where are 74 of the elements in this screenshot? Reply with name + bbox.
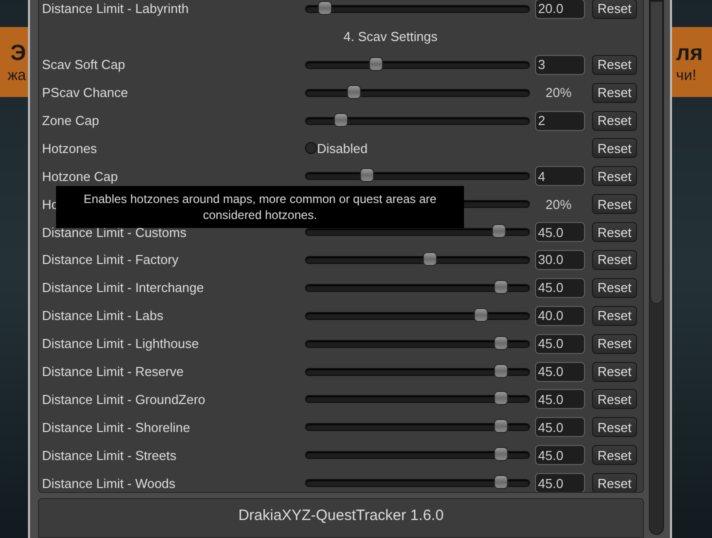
slider-thumb[interactable] xyxy=(360,168,374,182)
tooltip: Enables hotzones around maps, more common or quest areas are considered hotzones. xyxy=(56,186,464,228)
section-heading: 4. Scav Settings xyxy=(342,29,438,44)
reset-button[interactable]: Reset xyxy=(592,222,637,242)
setting-label: Hotzones xyxy=(42,140,98,156)
value-field[interactable]: 40.0 xyxy=(535,306,585,326)
banner-text: Э xyxy=(10,42,27,64)
value-field[interactable]: 45.0 xyxy=(535,362,585,382)
reset-button[interactable]: Reset xyxy=(592,473,637,492)
value-field[interactable]: 45.0 xyxy=(535,473,585,492)
setting-label: Scav Soft Cap xyxy=(42,57,126,72)
toggle-checkbox[interactable] xyxy=(305,142,317,154)
scrollbar[interactable] xyxy=(649,0,664,535)
banner-text: ля xyxy=(675,42,703,64)
value-field[interactable]: 20.0 xyxy=(535,0,585,19)
toggle-label[interactable]: Disabled xyxy=(317,140,368,156)
reset-button[interactable]: Reset xyxy=(592,0,637,19)
value-field[interactable]: 45.0 xyxy=(535,222,585,242)
slider-thumb[interactable] xyxy=(474,308,488,322)
reset-button[interactable]: Reset xyxy=(592,334,637,354)
banner-text: чи! xyxy=(675,68,696,82)
reset-button[interactable]: Reset xyxy=(592,250,637,270)
slider-thumb[interactable] xyxy=(494,391,508,406)
setting-label: Distance Limit - Lighthouse xyxy=(42,336,200,352)
setting-label: PScav Chance xyxy=(42,85,129,100)
slider-thumb[interactable] xyxy=(494,364,508,378)
scrollbar-thumb[interactable] xyxy=(650,1,663,304)
reset-button[interactable]: Reset xyxy=(592,417,637,438)
value-field[interactable]: 45.0 xyxy=(535,389,585,410)
reset-button[interactable]: Reset xyxy=(592,306,637,326)
slider-thumb[interactable] xyxy=(494,336,508,350)
slider-thumb[interactable] xyxy=(492,224,506,238)
reset-button[interactable]: Reset xyxy=(592,445,637,466)
reset-button[interactable]: Reset xyxy=(592,54,637,75)
slider-thumb[interactable] xyxy=(494,280,508,294)
slider-thumb[interactable] xyxy=(494,447,508,462)
slider-thumb[interactable] xyxy=(494,475,508,490)
setting-label: Zone Cap xyxy=(42,113,100,128)
setting-label: Distance Limit - Streets xyxy=(42,448,178,463)
value-field[interactable]: 45.0 xyxy=(535,334,585,354)
banner-text: жа xyxy=(8,68,27,82)
setting-label: Distance Limit - Shoreline xyxy=(42,420,192,435)
value-field[interactable]: 4 xyxy=(535,166,585,186)
value-field[interactable]: 3 xyxy=(535,54,585,75)
setting-label: Distance Limit - Labyrinth xyxy=(42,1,190,16)
setting-label: Distance Limit - Labs xyxy=(42,308,164,324)
value-field[interactable]: 45.0 xyxy=(535,417,585,438)
slider-thumb[interactable] xyxy=(369,56,384,71)
slider-thumb[interactable] xyxy=(422,252,437,266)
reset-button[interactable]: Reset xyxy=(592,389,637,410)
reset-button[interactable]: Reset xyxy=(592,110,637,130)
slider-thumb[interactable] xyxy=(318,0,332,15)
value-field[interactable]: 45.0 xyxy=(535,445,585,466)
value-field[interactable]: 30.0 xyxy=(535,250,585,270)
reset-button[interactable]: Reset xyxy=(592,138,637,158)
mod-title: DrakiaXYZ-QuestTracker 1.6.0 xyxy=(238,507,444,526)
setting-label: Distance Limit - Reserve xyxy=(42,364,185,380)
setting-label: Distance Limit - Factory xyxy=(42,252,180,268)
slider-thumb[interactable] xyxy=(334,112,348,126)
reset-button[interactable]: Reset xyxy=(592,362,637,382)
setting-label: Distance Limit - Interchange xyxy=(42,280,205,296)
percent-reading: 20% xyxy=(544,196,573,212)
reset-button[interactable]: Reset xyxy=(592,194,637,214)
setting-label: Distance Limit - Woods xyxy=(42,476,176,491)
setting-label: Distance Limit - GroundZero xyxy=(42,392,206,407)
slider-thumb[interactable] xyxy=(494,419,508,434)
percent-reading: 20% xyxy=(544,85,573,100)
reset-button[interactable]: Reset xyxy=(592,82,637,103)
reset-button[interactable]: Reset xyxy=(592,278,637,298)
reset-button[interactable]: Reset xyxy=(592,166,637,186)
value-field[interactable]: 45.0 xyxy=(535,278,585,298)
slider-thumb[interactable] xyxy=(347,84,362,99)
value-field[interactable]: 2 xyxy=(535,110,585,130)
setting-label: Hotzone Cap xyxy=(42,168,119,184)
